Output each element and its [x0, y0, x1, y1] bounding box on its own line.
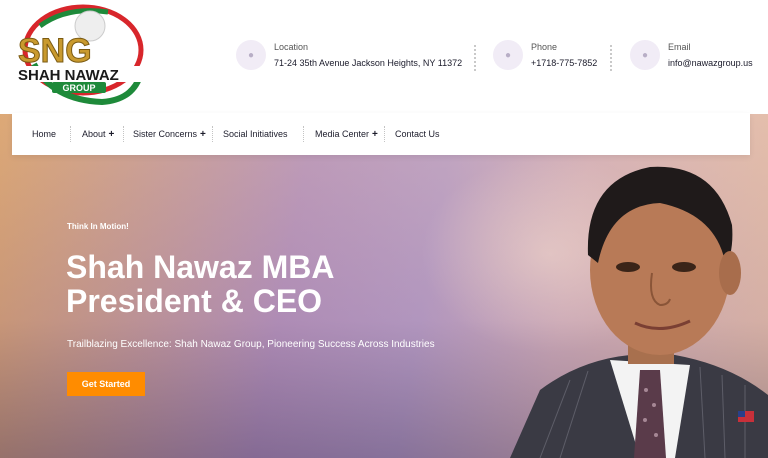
- site-header: SNG SHAH NAWAZ GROUP ● Location 71-24 35…: [0, 0, 768, 116]
- logo-letters: SNG: [18, 32, 92, 70]
- contact-divider: [474, 45, 476, 71]
- plus-icon: +: [372, 128, 378, 140]
- logo-text: SHAH NAWAZ: [18, 67, 119, 84]
- nav-item-about[interactable]: About +: [82, 113, 114, 155]
- nav-item-home[interactable]: Home: [32, 113, 56, 155]
- get-started-button[interactable]: Get Started: [67, 372, 145, 396]
- nav-item-media-center[interactable]: Media Center +: [315, 113, 378, 155]
- nav-item-contact-us[interactable]: Contact Us: [395, 113, 440, 155]
- hero-headline: Shah Nawaz MBA President & CEO: [66, 249, 334, 319]
- contact-email: ● Email info@nawazgroup.us: [630, 40, 760, 74]
- nav-item-label: About: [82, 129, 106, 139]
- contact-phone-value[interactable]: +1718-775-7852: [531, 58, 597, 68]
- plus-icon: +: [108, 128, 115, 140]
- nav-separator: [212, 126, 213, 142]
- contact-phone: ● Phone +1718-775-7852: [493, 40, 603, 74]
- contact-location-value: 71-24 35th Avenue Jackson Heights, NY 11…: [274, 58, 463, 68]
- contact-location-label: Location: [274, 42, 309, 52]
- envelope-icon: ●: [630, 40, 660, 70]
- nav-separator: [303, 126, 304, 142]
- brand-logo[interactable]: SNG SHAH NAWAZ GROUP: [12, 4, 154, 112]
- nav-item-label: Media Center: [315, 129, 370, 139]
- nav-separator: [384, 126, 385, 142]
- map-pin-icon: ●: [236, 40, 266, 70]
- hero-subline: Trailblazing Excellence: Shah Nawaz Grou…: [67, 339, 435, 350]
- main-nav: Home About + Sister Concerns + Social In…: [12, 113, 750, 155]
- contact-email-label: Email: [668, 42, 691, 52]
- nav-item-label: Home: [32, 129, 57, 139]
- plus-icon: +: [200, 128, 206, 140]
- contact-email-value[interactable]: info@nawazgroup.us: [668, 58, 753, 68]
- contact-location: ● Location 71-24 35th Avenue Jackson Hei…: [236, 40, 466, 74]
- nav-separator: [123, 126, 124, 142]
- nav-item-label: Contact Us: [395, 129, 440, 139]
- contact-divider: [610, 45, 612, 71]
- nav-item-label: Sister Concerns: [133, 129, 198, 139]
- logo-subtext: GROUP: [62, 83, 95, 93]
- nav-item-social-initiatives[interactable]: Social Initiatives: [223, 113, 288, 155]
- ceo-portrait: [510, 166, 768, 458]
- phone-icon: ●: [493, 40, 523, 70]
- nav-item-label: Social Initiatives: [223, 129, 288, 139]
- contact-phone-label: Phone: [531, 42, 558, 52]
- nav-separator: [70, 126, 71, 142]
- nav-item-sister-concerns[interactable]: Sister Concerns +: [133, 113, 206, 155]
- hero-tagline: Think In Motion!: [67, 222, 129, 231]
